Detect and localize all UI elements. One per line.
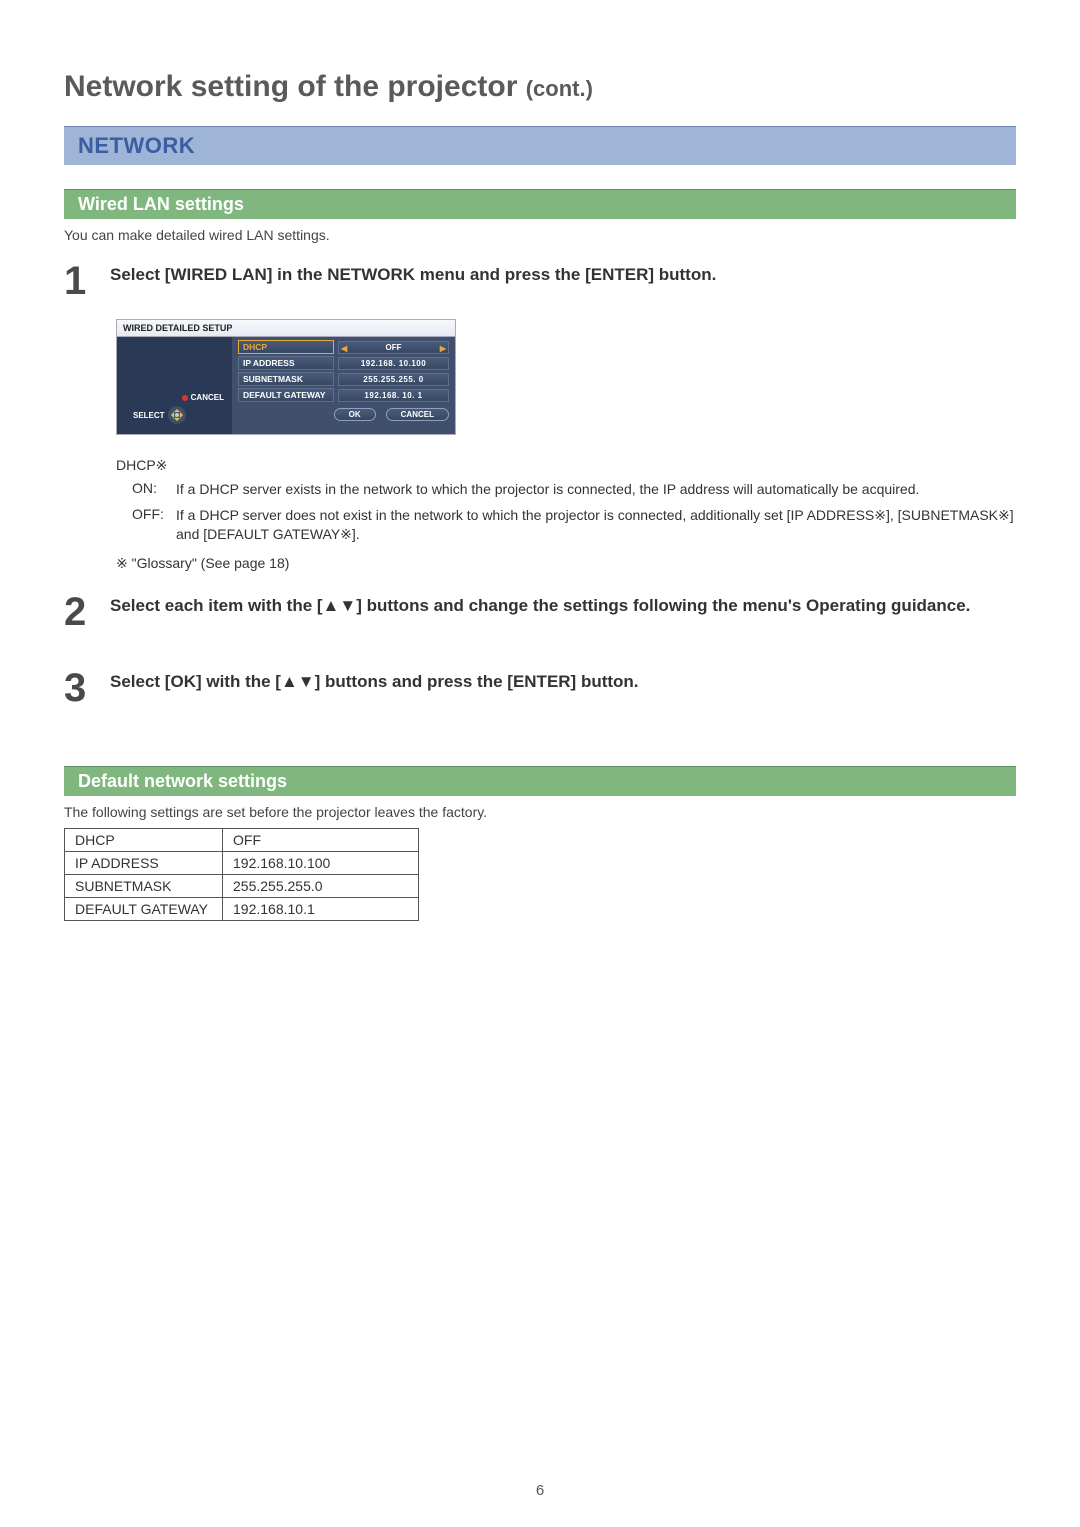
default-settings-table: DHCP OFF IP ADDRESS 192.168.10.100 SUBNE… [64,828,419,921]
osd-cancel-button: CANCEL [386,408,449,421]
osd-row-label: SUBNETMASK [238,372,334,386]
subsection-bar-label: Default network settings [78,771,287,791]
step-2: 2 Select each item with the [▲▼] buttons… [64,592,1016,632]
dhcp-description: DHCP※ ON: If a DHCP server exists in the… [116,457,1016,545]
page-number: 6 [0,1482,1080,1499]
step-1-text: Select [WIRED LAN] in the NETWORK menu a… [110,261,1016,285]
wired-intro: You can make detailed wired LAN settings… [64,227,1016,243]
subsection-bar-label: Wired LAN settings [78,194,244,214]
table-cell-val: 192.168.10.1 [223,897,419,920]
step-1-number: 1 [64,261,110,301]
table-cell-val: 192.168.10.100 [223,851,419,874]
table-row: DEFAULT GATEWAY 192.168.10.1 [65,897,419,920]
osd-row-value: 255.255.255. 0 [338,373,449,386]
table-cell-val: 255.255.255.0 [223,874,419,897]
page-title-main: Network setting of the projector [64,70,517,103]
nav-dpad-icon [168,406,186,424]
dhcp-off-key: OFF: [116,506,176,545]
subsection-bar-default: Default network settings [64,766,1016,796]
section-bar-label: NETWORK [78,133,195,158]
osd-row-label: IP ADDRESS [238,356,334,370]
step-2-text: Select each item with the [▲▼] buttons a… [110,592,1016,616]
osd-title: WIRED DETAILED SETUP [117,320,455,337]
table-cell-val: OFF [223,828,419,851]
table-cell-key: IP ADDRESS [65,851,223,874]
table-row: DHCP OFF [65,828,419,851]
step-3-text: Select [OK] with the [▲▼] buttons and pr… [110,668,1016,692]
subsection-bar-wired: Wired LAN settings [64,189,1016,219]
page-title-cont: (cont.) [526,76,593,101]
dhcp-on-key: ON: [116,480,176,500]
glossary-note: ※ "Glossary" (See page 18) [116,555,1016,572]
osd-row-value: ◀ OFF ▶ [338,341,449,354]
osd-row-label: DEFAULT GATEWAY [238,388,334,402]
osd-row-label: DHCP [238,340,334,354]
osd-select-label: SELECT [133,411,165,420]
osd-screenshot: WIRED DETAILED SETUP CANCEL SELECT [116,319,1016,435]
osd-row-value: 192.168. 10.100 [338,357,449,370]
step-1: 1 Select [WIRED LAN] in the NETWORK menu… [64,261,1016,301]
dhcp-desc-head: DHCP※ [116,457,1016,474]
dhcp-off-val: If a DHCP server does not exist in the n… [176,506,1016,545]
table-row: SUBNETMASK 255.255.255.0 [65,874,419,897]
osd-cancel-label: CANCEL [191,393,224,402]
step-2-number: 2 [64,592,110,632]
table-cell-key: SUBNETMASK [65,874,223,897]
step-3: 3 Select [OK] with the [▲▼] buttons and … [64,668,1016,708]
default-intro: The following settings are set before th… [64,804,1016,820]
table-cell-key: DHCP [65,828,223,851]
osd-row-value: 192.168. 10. 1 [338,389,449,402]
step-3-number: 3 [64,668,110,708]
cancel-dot-icon [182,395,188,401]
section-bar-network: NETWORK [64,126,1016,165]
table-row: IP ADDRESS 192.168.10.100 [65,851,419,874]
arrow-right-icon: ▶ [440,344,446,353]
arrow-left-icon: ◀ [341,344,347,353]
table-cell-key: DEFAULT GATEWAY [65,897,223,920]
page-title: Network setting of the projector (cont.) [64,70,1016,104]
dhcp-on-val: If a DHCP server exists in the network t… [176,480,1016,500]
osd-ok-button: OK [334,408,376,421]
